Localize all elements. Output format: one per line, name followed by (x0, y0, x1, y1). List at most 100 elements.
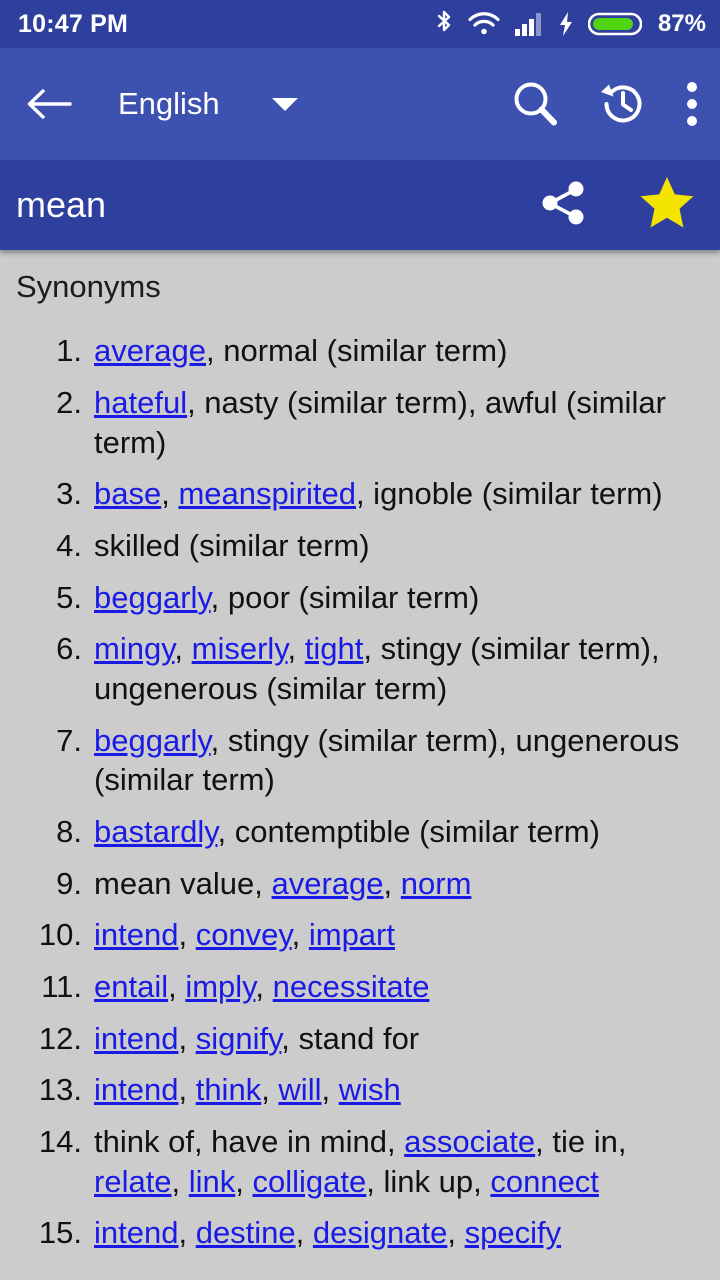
entry-text: , tie in, (535, 1123, 627, 1159)
share-icon (542, 181, 584, 224)
synonym-link[interactable]: beggarly (94, 723, 211, 758)
entry-text: , (255, 968, 273, 1004)
search-icon (514, 82, 557, 126)
bluetooth-icon (437, 10, 451, 32)
synonym-link[interactable]: wish (339, 1072, 401, 1107)
entry-number: 8. (56, 813, 82, 849)
entry-text: , (174, 631, 192, 667)
synonym-entry: 7. beggarly, stingy (similar term), ungen… (16, 721, 706, 800)
language-title[interactable]: English (118, 86, 220, 122)
synonyms-content[interactable]: Synonyms 1. average, normal (similar term… (0, 250, 720, 1280)
status-time: 10:47 PM (18, 9, 128, 38)
entry-number: 14. (38, 1123, 82, 1159)
synonym-link[interactable]: beggarly (94, 580, 211, 615)
entry-body: intend, think, will, wish (94, 1070, 706, 1110)
synonym-link[interactable]: intend (94, 1072, 178, 1107)
synonym-link[interactable]: associate (404, 1124, 535, 1159)
synonym-link[interactable]: imply (185, 969, 255, 1004)
chevron-down-icon[interactable] (271, 97, 298, 111)
entry-text: , link up, (366, 1163, 491, 1199)
entry-text: , (287, 631, 305, 667)
entry-number: 3. (56, 476, 82, 512)
entry-body: average, normal (similar term) (94, 331, 706, 371)
more-vertical-icon (687, 82, 697, 126)
app-bar: English (0, 48, 720, 160)
entry-body: intend, signify, stand for (94, 1019, 706, 1059)
synonym-link[interactable]: relate (94, 1164, 172, 1199)
synonym-link[interactable]: link (189, 1164, 236, 1199)
entry-text: , ignoble (similar term) (355, 476, 663, 512)
synonym-link[interactable]: intend (94, 1021, 178, 1056)
entry-number: 6. (56, 631, 82, 667)
app-screen: 10:47 PM 87% English mean Synonyms 1. av… (0, 0, 720, 1280)
entry-number: 13. (38, 1072, 82, 1108)
entry-text: , stand for (281, 1020, 420, 1056)
synonym-entry: 10. intend, convey, impart (16, 915, 706, 955)
synonym-entry: 9. mean value, average, norm (16, 864, 706, 904)
synonym-link[interactable]: convey (196, 917, 292, 952)
entry-text: , (447, 1215, 465, 1251)
synonyms-list: 1. average, normal (similar term) 2. hatefu… (16, 331, 706, 1253)
share-button[interactable] (540, 179, 588, 232)
entry-body: intend, convey, impart (94, 915, 706, 955)
entry-body: base, meanspirited, ignoble (similar ter… (94, 474, 706, 514)
synonym-link[interactable]: designate (313, 1215, 447, 1250)
synonym-link[interactable]: impart (309, 917, 395, 952)
entry-text: , normal (similar term) (206, 333, 508, 369)
synonym-link[interactable]: average (272, 866, 384, 901)
synonym-link[interactable]: intend (94, 917, 178, 952)
synonym-link[interactable]: average (94, 333, 206, 368)
favorite-button[interactable] (638, 175, 696, 236)
headword: mean (16, 184, 107, 225)
entry-text: think of, have in mind, (94, 1123, 405, 1159)
entry-body: beggarly, stingy (similar term), ungener… (94, 721, 706, 800)
synonym-link[interactable]: intend (94, 1215, 178, 1250)
entry-text: , (168, 968, 186, 1004)
synonym-link[interactable]: base (94, 476, 161, 511)
entry-number: 10. (38, 917, 82, 953)
back-button[interactable] (26, 87, 72, 121)
synonym-link[interactable]: colligate (253, 1164, 367, 1199)
synonym-link[interactable]: entail (94, 969, 168, 1004)
synonym-link[interactable]: specify (465, 1215, 561, 1250)
synonym-link[interactable]: will (278, 1072, 321, 1107)
entry-text: , (178, 1215, 196, 1251)
entry-body: entail, imply, necessitate (94, 967, 706, 1007)
entry-text: , contemptible (similar term) (217, 813, 600, 849)
word-header-bar: mean (0, 160, 720, 250)
synonym-link[interactable]: destine (196, 1215, 296, 1250)
entry-text: , (178, 1020, 196, 1056)
synonym-entry: 6. mingy, miserly, tight, stingy (similar… (16, 629, 706, 708)
synonym-link[interactable]: signify (196, 1021, 282, 1056)
battery-percent: 87% (657, 10, 706, 37)
synonym-entry: 8. bastardly, contemptible (similar term) (16, 812, 706, 852)
entry-text: , (178, 1072, 196, 1108)
synonym-link[interactable]: mingy (94, 631, 174, 666)
synonym-link[interactable]: connect (490, 1164, 599, 1199)
entry-body: beggarly, poor (similar term) (94, 578, 706, 618)
entry-body: think of, have in mind, associate, tie i… (94, 1122, 706, 1201)
entry-body: hateful, nasty (similar term), awful (si… (94, 383, 706, 462)
word-bar-actions (540, 175, 696, 236)
entry-body: mingy, miserly, tight, stingy (similar t… (94, 629, 706, 708)
synonym-entry: 1. average, normal (similar term) (16, 331, 706, 371)
entry-number: 9. (56, 865, 82, 901)
synonym-entry: 13. intend, think, will, wish (16, 1070, 706, 1110)
entry-number: 4. (56, 527, 82, 563)
overflow-menu-button[interactable] (686, 80, 698, 128)
entry-number: 11. (41, 968, 82, 1004)
synonym-link[interactable]: bastardly (94, 814, 218, 849)
synonym-link[interactable]: norm (401, 866, 472, 901)
synonym-link[interactable]: meanspirited (178, 476, 355, 511)
search-button[interactable] (510, 79, 560, 129)
synonym-link[interactable]: think (196, 1072, 261, 1107)
synonym-link[interactable]: tight (305, 631, 364, 666)
entry-text: , (171, 1163, 189, 1199)
entry-number: 1. (56, 333, 82, 369)
synonym-link[interactable]: necessitate (273, 969, 430, 1004)
history-button[interactable] (598, 79, 648, 129)
synonym-link[interactable]: miserly (192, 631, 288, 666)
synonym-link[interactable]: hateful (94, 385, 187, 420)
synonym-entry: 2. hateful, nasty (similar term), awful (… (16, 383, 706, 462)
entry-body: mean value, average, norm (94, 864, 706, 904)
